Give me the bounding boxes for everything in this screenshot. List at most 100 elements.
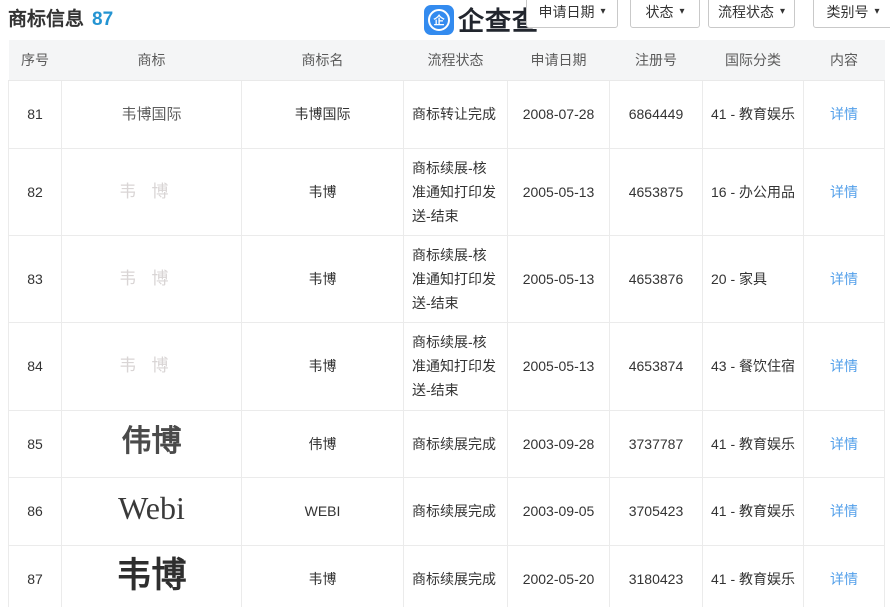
filter-class-number-button[interactable]: 类别号 ▾: [813, 0, 890, 28]
detail-link[interactable]: 详情: [830, 106, 858, 122]
cell-content: 详情: [804, 235, 885, 322]
table-row: 84 韦博 韦博 商标续展-核准通知打印发送-结束 2005-05-13 465…: [9, 322, 885, 410]
chevron-down-icon: ▾: [679, 6, 684, 17]
detail-link[interactable]: 详情: [830, 571, 858, 587]
cell-mark: 韦博: [62, 235, 242, 322]
trademark-image: 韦博: [119, 182, 184, 201]
table-row: 86 Webi WEBI 商标续展完成 2003-09-05 3705423 4…: [9, 477, 885, 545]
chevron-down-icon: ▾: [780, 6, 785, 17]
table-header-row: 序号 商标 商标名 流程状态 申请日期 注册号 国际分类 内容: [9, 40, 885, 80]
cell-no: 87: [9, 545, 62, 607]
trademark-image: 伟博: [122, 424, 182, 459]
header-apply-date: 申请日期: [508, 40, 610, 80]
trademark-image: 韦博: [119, 356, 184, 375]
trademark-count: 87: [92, 9, 113, 30]
qichacha-logo[interactable]: 企 企查查: [424, 1, 539, 38]
cell-reg-no: 6864449: [610, 80, 703, 148]
cell-content: 详情: [804, 80, 885, 148]
filter-apply-date-label: 申请日期: [538, 2, 594, 22]
filter-class-number-label: 类别号: [826, 2, 868, 22]
cell-reg-no: 3705423: [610, 477, 703, 545]
cell-process-status: 商标续展完成: [404, 410, 508, 477]
cell-apply-date: 2005-05-13: [508, 235, 610, 322]
cell-intl-class: 43 - 餐饮住宿: [703, 322, 804, 410]
cell-no: 82: [9, 148, 62, 235]
cell-no: 83: [9, 235, 62, 322]
trademark-info-page: 商标信息 87 企 企查查 申请日期 ▾ 状态 ▾ 流程状态 ▾ 类别号 ▾ 序号…: [0, 0, 890, 607]
header-mark-name: 商标名: [242, 40, 404, 80]
cell-mark: 韦博: [62, 545, 242, 607]
cell-process-status: 商标续展完成: [404, 477, 508, 545]
cell-process-status: 商标转让完成: [404, 80, 508, 148]
trademark-table-body: 81 韦博国际 韦博国际 商标转让完成 2008-07-28 6864449 4…: [9, 80, 885, 607]
header-no: 序号: [9, 40, 62, 80]
cell-content: 详情: [804, 545, 885, 607]
cell-mark-name: 韦博: [242, 322, 404, 410]
cell-intl-class: 41 - 教育娱乐: [703, 477, 804, 545]
cell-content: 详情: [804, 148, 885, 235]
header-process-status: 流程状态: [404, 40, 508, 80]
cell-content: 详情: [804, 410, 885, 477]
cell-mark-name: 韦博: [242, 148, 404, 235]
detail-link[interactable]: 详情: [830, 271, 858, 287]
header-content: 内容: [804, 40, 885, 80]
header-reg-no: 注册号: [610, 40, 703, 80]
cell-mark-name: WEBI: [242, 477, 404, 545]
cell-apply-date: 2003-09-05: [508, 477, 610, 545]
qichacha-icon-glyph: 企: [424, 5, 454, 35]
cell-mark-name: 韦博国际: [242, 80, 404, 148]
cell-apply-date: 2008-07-28: [508, 80, 610, 148]
filter-process-status-label: 流程状态: [718, 2, 774, 22]
table-row: 87 韦博 韦博 商标续展完成 2002-05-20 3180423 41 - …: [9, 545, 885, 607]
filter-status-button[interactable]: 状态 ▾: [630, 0, 700, 28]
cell-mark: 韦博国际: [62, 80, 242, 148]
cell-intl-class: 20 - 家具: [703, 235, 804, 322]
cell-apply-date: 2002-05-20: [508, 545, 610, 607]
detail-link[interactable]: 详情: [830, 358, 858, 374]
cell-mark-name: 韦博: [242, 235, 404, 322]
filter-status-label: 状态: [645, 2, 673, 22]
table-row: 82 韦博 韦博 商标续展-核准通知打印发送-结束 2005-05-13 465…: [9, 148, 885, 235]
cell-apply-date: 2005-05-13: [508, 322, 610, 410]
cell-intl-class: 41 - 教育娱乐: [703, 80, 804, 148]
table-row: 81 韦博国际 韦博国际 商标转让完成 2008-07-28 6864449 4…: [9, 80, 885, 148]
cell-mark: Webi: [62, 477, 242, 545]
cell-reg-no: 3737787: [610, 410, 703, 477]
cell-intl-class: 41 - 教育娱乐: [703, 410, 804, 477]
cell-no: 86: [9, 477, 62, 545]
cell-process-status: 商标续展-核准通知打印发送-结束: [404, 148, 508, 235]
trademark-image: 韦博: [119, 269, 184, 288]
cell-reg-no: 3180423: [610, 545, 703, 607]
table-row: 85 伟博 伟博 商标续展完成 2003-09-28 3737787 41 - …: [9, 410, 885, 477]
cell-mark: 韦博: [62, 148, 242, 235]
trademark-image: Webi: [118, 490, 185, 526]
page-title: 商标信息 87: [8, 4, 113, 31]
table-row: 83 韦博 韦博 商标续展-核准通知打印发送-结束 2005-05-13 465…: [9, 235, 885, 322]
cell-process-status: 商标续展-核准通知打印发送-结束: [404, 322, 508, 410]
filter-process-status-button[interactable]: 流程状态 ▾: [708, 0, 795, 28]
cell-reg-no: 4653876: [610, 235, 703, 322]
cell-no: 85: [9, 410, 62, 477]
trademark-table: 序号 商标 商标名 流程状态 申请日期 注册号 国际分类 内容 81 韦博国际 …: [8, 40, 885, 607]
filter-apply-date-button[interactable]: 申请日期 ▾: [526, 0, 618, 28]
cell-no: 81: [9, 80, 62, 148]
cell-content: 详情: [804, 477, 885, 545]
header-intl-class: 国际分类: [703, 40, 804, 80]
trademark-image: 韦博国际: [121, 106, 181, 123]
cell-process-status: 商标续展-核准通知打印发送-结束: [404, 235, 508, 322]
cell-content: 详情: [804, 322, 885, 410]
detail-link[interactable]: 详情: [830, 503, 858, 519]
header-mark: 商标: [62, 40, 242, 80]
cell-no: 84: [9, 322, 62, 410]
page-title-text: 商标信息: [8, 9, 84, 30]
cell-reg-no: 4653874: [610, 322, 703, 410]
cell-apply-date: 2003-09-28: [508, 410, 610, 477]
detail-link[interactable]: 详情: [830, 184, 858, 200]
cell-mark: 韦博: [62, 322, 242, 410]
cell-apply-date: 2005-05-13: [508, 148, 610, 235]
cell-mark-name: 伟博: [242, 410, 404, 477]
detail-link[interactable]: 详情: [830, 436, 858, 452]
chevron-down-icon: ▾: [600, 6, 605, 17]
cell-mark: 伟博: [62, 410, 242, 477]
qichacha-icon: 企: [424, 5, 454, 35]
